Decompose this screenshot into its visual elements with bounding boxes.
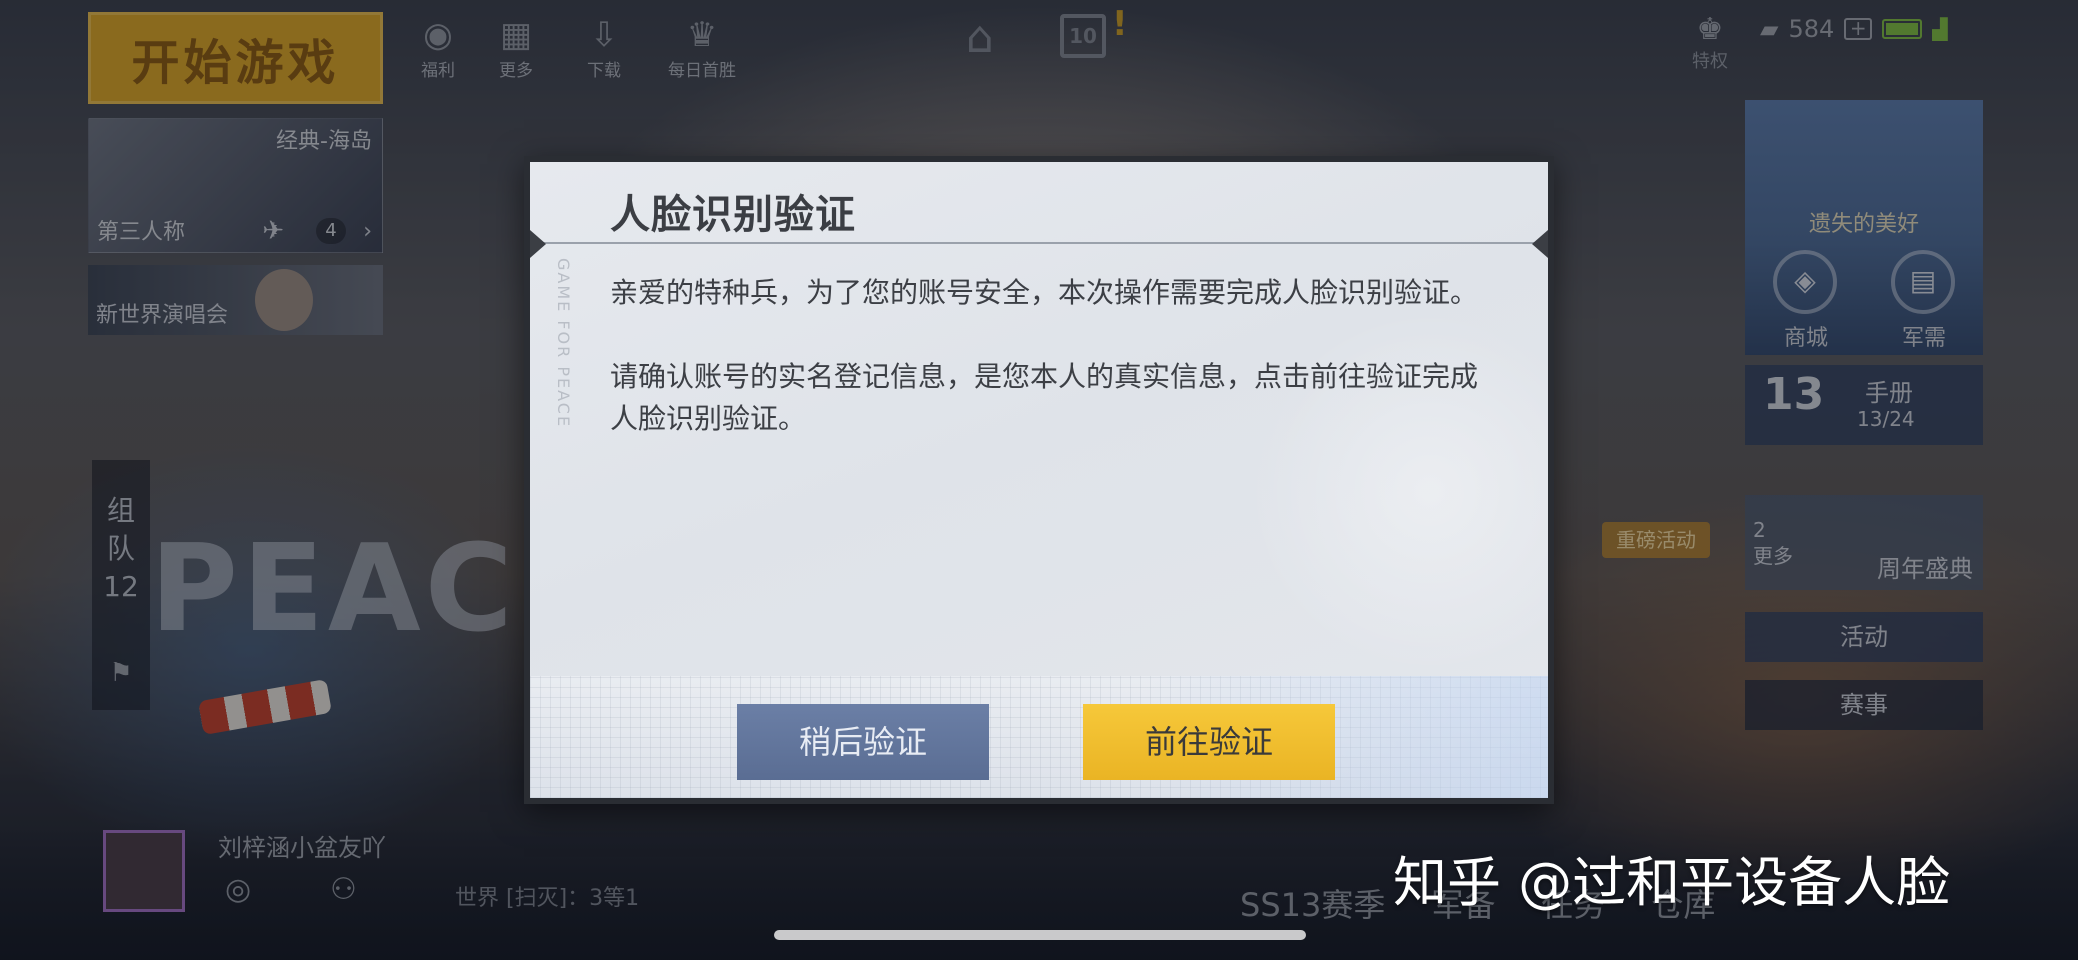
dialog-footer — [530, 676, 1548, 798]
go-verify-button[interactable]: 前往验证 — [1083, 704, 1335, 780]
dialog-header: 人脸识别验证 — [530, 162, 1548, 258]
dialog-paragraph-2: 请确认账号的实名登记信息，是您本人的真实信息，点击前往验证完成人脸识别验证。 — [610, 360, 1479, 435]
side-watermark-decoration: GAME FOR PEACE — [554, 258, 573, 429]
face-verification-dialog: 人脸识别验证 GAME FOR PEACE 亲爱的特种兵，为了您的账号安全，本次… — [524, 156, 1554, 804]
dialog-panel: 人脸识别验证 GAME FOR PEACE 亲爱的特种兵，为了您的账号安全，本次… — [530, 162, 1548, 798]
watermark: 知乎 @过和平设备人脸 — [1393, 851, 1951, 914]
left-notch-decoration — [530, 230, 546, 258]
dialog-title: 人脸识别验证 — [610, 192, 856, 238]
verify-later-button[interactable]: 稍后验证 — [737, 704, 989, 780]
dialog-paragraph-1: 亲爱的特种兵，为了您的账号安全，本次操作需要完成人脸识别验证。 — [610, 276, 1479, 309]
home-indicator[interactable] — [774, 930, 1306, 940]
right-notch-decoration — [1532, 230, 1548, 258]
dialog-body: 亲爱的特种兵，为了您的账号安全，本次操作需要完成人脸识别验证。 请确认账号的实名… — [610, 272, 1490, 482]
header-divider — [540, 242, 1540, 244]
